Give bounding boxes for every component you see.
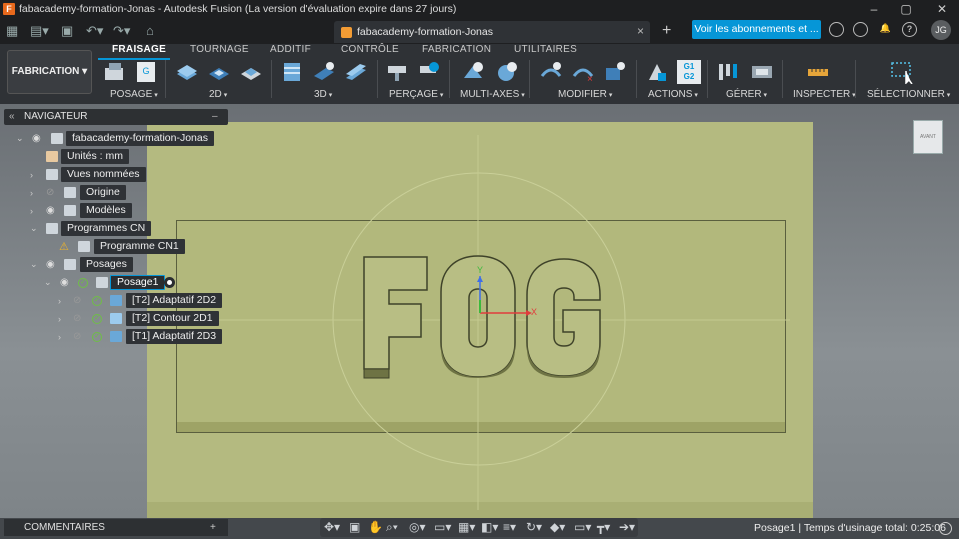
setups-folder-icon bbox=[64, 259, 76, 270]
navigator-panel-header[interactable]: « NAVIGATEUR – bbox=[4, 109, 228, 125]
2d-adaptive-op-icon bbox=[110, 295, 122, 306]
folder-icon bbox=[46, 169, 58, 180]
x-axis-label: X bbox=[531, 307, 538, 317]
chevron-right-icon[interactable]: › bbox=[58, 296, 61, 306]
chevron-right-icon[interactable]: › bbox=[58, 332, 61, 342]
grid-icon[interactable]: ▦▾ bbox=[458, 520, 475, 534]
units-icon bbox=[46, 151, 58, 162]
status-indicator-icon[interactable] bbox=[939, 522, 952, 535]
check-icon: ✓ bbox=[92, 313, 102, 324]
viewports-icon[interactable]: ◧▾ bbox=[481, 520, 498, 534]
chevron-right-icon[interactable]: › bbox=[30, 206, 33, 216]
active-setup-radio-icon[interactable] bbox=[164, 277, 175, 288]
chevron-right-icon[interactable]: › bbox=[30, 170, 33, 180]
display-settings-icon[interactable]: ▭▾ bbox=[434, 520, 451, 534]
tree-op-contour-2d1[interactable]: › ⊘ ✓ [T2] Contour 2D1 bbox=[0, 311, 219, 326]
rotate-icon[interactable]: ↻▾ bbox=[526, 520, 542, 534]
tree-setups[interactable]: ⌄ ◉ Posages bbox=[0, 257, 133, 272]
tree-nc-programs[interactable]: ⌄ Programmes CN bbox=[0, 221, 152, 236]
pan-icon[interactable]: ✋ bbox=[368, 520, 383, 534]
comments-panel[interactable]: COMMENTAIRES + bbox=[4, 519, 228, 536]
collapse-panel-icon[interactable]: « bbox=[9, 109, 15, 125]
tree-label: Posages bbox=[80, 257, 133, 272]
tree-label: Vues nommées bbox=[61, 167, 146, 182]
tree-label: Unités : mm bbox=[61, 149, 130, 164]
2d-contour-op-icon bbox=[110, 313, 122, 324]
navigator-title: NAVIGATEUR bbox=[24, 111, 88, 122]
eye-icon[interactable]: ◉ bbox=[32, 134, 43, 144]
tree-label: Posage1 bbox=[110, 275, 166, 290]
orbit-icon[interactable]: ✥▾ bbox=[324, 520, 340, 534]
eye-hidden-icon[interactable]: ⊘ bbox=[46, 188, 57, 198]
chevron-down-icon[interactable]: ⌄ bbox=[44, 277, 52, 288]
check-icon: ✓ bbox=[92, 295, 102, 306]
nc-program-icon bbox=[78, 241, 90, 252]
tool-display-icon[interactable]: ┳▾ bbox=[597, 520, 610, 534]
tree-label: Origine bbox=[80, 185, 126, 200]
tree-label: [T1] Adaptatif 2D3 bbox=[126, 329, 223, 344]
tree-label: Programmes CN bbox=[61, 221, 152, 236]
tree-label: Programme CN1 bbox=[94, 239, 185, 254]
tree-label: [T2] Contour 2D1 bbox=[126, 311, 219, 326]
zoom-icon[interactable]: ⌕▾ bbox=[386, 520, 398, 535]
setup-icon bbox=[96, 277, 108, 288]
tree-nc-program-1[interactable]: ⚠ Programme CN1 bbox=[0, 239, 185, 254]
tree-label: fabacademy-formation-Jonas bbox=[66, 131, 214, 146]
look-at-icon[interactable]: ▣ bbox=[349, 520, 360, 534]
models-icon bbox=[64, 205, 76, 216]
eye-hidden-icon[interactable]: ⊘ bbox=[73, 314, 84, 324]
tree-origin[interactable]: › ⊘ Origine bbox=[0, 185, 126, 200]
folder-icon bbox=[64, 187, 76, 198]
status-bar-text: Posage1 | Temps d'usinage total: 0:25:06 bbox=[754, 522, 946, 534]
eye-hidden-icon[interactable]: ⊘ bbox=[73, 332, 84, 342]
view-cube[interactable]: AVANT bbox=[913, 120, 943, 154]
tree-models[interactable]: › ◉ Modèles bbox=[0, 203, 132, 218]
add-comment-button[interactable]: + bbox=[210, 519, 216, 536]
check-icon: ✓ bbox=[78, 277, 88, 288]
eye-icon[interactable]: ◉ bbox=[46, 260, 57, 270]
fit-icon[interactable]: ◎▾ bbox=[409, 520, 426, 534]
navigation-toolbar: ✥▾ ▣ ✋ ⌕▾ ◎▾ ▭▾ ▦▾ ◧▾ ≡▾ ↻▾ ◆▾ ▭▾ ┳▾ ➔▾ bbox=[320, 518, 638, 537]
tree-label: Modèles bbox=[80, 203, 132, 218]
stock-display-icon[interactable]: ◆▾ bbox=[550, 520, 565, 534]
chevron-down-icon[interactable]: ⌄ bbox=[16, 133, 24, 144]
tree-named-views[interactable]: › Vues nommées bbox=[0, 167, 146, 182]
toolpath-display-icon[interactable]: ➔▾ bbox=[619, 520, 635, 534]
tree-root[interactable]: ⌄ ◉ fabacademy-formation-Jonas bbox=[0, 131, 214, 146]
eye-icon[interactable]: ◉ bbox=[60, 278, 71, 288]
tree-units[interactable]: Unités : mm bbox=[0, 149, 130, 164]
letter-f bbox=[363, 256, 428, 370]
y-axis-label: Y bbox=[477, 265, 484, 275]
eye-icon[interactable]: ◉ bbox=[46, 206, 57, 216]
chevron-right-icon[interactable]: › bbox=[30, 188, 33, 198]
layers-icon[interactable]: ≡▾ bbox=[503, 520, 516, 534]
comments-title: COMMENTAIRES bbox=[24, 522, 105, 533]
minimize-panel-icon[interactable]: – bbox=[212, 109, 218, 125]
letter-g bbox=[526, 258, 601, 377]
check-icon: ✓ bbox=[92, 331, 102, 342]
tree-label: [T2] Adaptatif 2D2 bbox=[126, 293, 223, 308]
view-cube-face: AVANT bbox=[920, 134, 936, 140]
warning-icon: ⚠ bbox=[59, 241, 69, 253]
machine-display-icon[interactable]: ▭▾ bbox=[574, 520, 591, 534]
chevron-right-icon[interactable]: › bbox=[58, 314, 61, 324]
chevron-down-icon[interactable]: ⌄ bbox=[30, 223, 38, 234]
tree-op-adaptatif-2d2[interactable]: › ⊘ ✓ [T2] Adaptatif 2D2 bbox=[0, 293, 223, 308]
component-icon bbox=[51, 133, 63, 144]
tree-setup-1[interactable]: ⌄ ◉ ✓ Posage1 bbox=[0, 275, 175, 290]
chevron-down-icon[interactable]: ⌄ bbox=[30, 259, 38, 270]
2d-adaptive-op-icon bbox=[110, 331, 122, 342]
nc-program-folder-icon bbox=[46, 223, 58, 234]
tree-op-adaptatif-2d3[interactable]: › ⊘ ✓ [T1] Adaptatif 2D3 bbox=[0, 329, 223, 344]
eye-hidden-icon[interactable]: ⊘ bbox=[73, 296, 84, 306]
